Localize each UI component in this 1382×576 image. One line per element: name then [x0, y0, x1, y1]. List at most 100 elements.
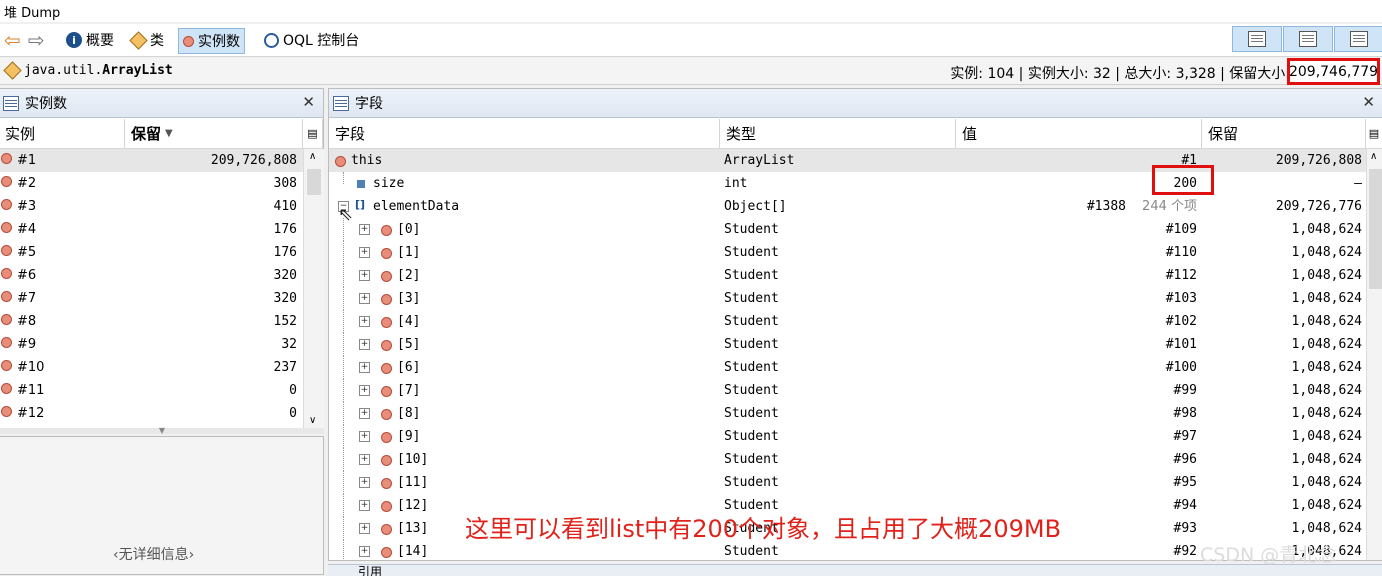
tree-connector: [343, 448, 344, 471]
back-button[interactable]: ⇦: [0, 28, 25, 52]
oql-icon: [264, 32, 279, 48]
fields-scroll-thumb[interactable]: [1369, 169, 1382, 289]
col-field[interactable]: 字段: [329, 119, 720, 149]
instance-row[interactable]: #3 410: [0, 195, 303, 218]
instance-row[interactable]: #1 209,726,808: [0, 149, 303, 172]
col-retained[interactable]: 保留: [1202, 119, 1366, 149]
expand-icon[interactable]: +: [359, 385, 370, 396]
instance-row[interactable]: #4 176: [0, 218, 303, 241]
tree-connector: [343, 287, 344, 310]
field-name: [4]: [397, 314, 421, 329]
classes-tab[interactable]: 类: [126, 28, 168, 52]
instance-row[interactable]: #7 320: [0, 287, 303, 310]
field-row[interactable]: + [5] Student #101 1,048,624: [329, 333, 1366, 356]
scroll-down-icon[interactable]: ∨: [309, 415, 316, 426]
summary-tab[interactable]: i 概要: [62, 28, 118, 52]
toolbar: ⇦ ⇨ i 概要 类 实例数 OQL 控制台: [0, 24, 1382, 57]
field-type: Student: [724, 383, 779, 398]
field-row[interactable]: + [0] Student #109 1,048,624: [329, 218, 1366, 241]
object-icon: [381, 547, 392, 558]
field-row[interactable]: + [3] Student #103 1,048,624: [329, 287, 1366, 310]
fields-tree: this ArrayList #1 209,726,808 size int 200– −[]…: [329, 149, 1366, 559]
close-icon[interactable]: ✕: [302, 93, 315, 111]
field-row[interactable]: + [1] Student #110 1,048,624: [329, 241, 1366, 264]
field-row[interactable]: + [8] Student #98 1,048,624: [329, 402, 1366, 425]
field-row[interactable]: + [11] Student #95 1,048,624: [329, 471, 1366, 494]
expand-icon[interactable]: +: [359, 454, 370, 465]
field-type: Object[]: [724, 199, 787, 214]
expand-icon[interactable]: +: [359, 408, 370, 419]
field-row[interactable]: + [2] Student #112 1,048,624: [329, 264, 1366, 287]
column-chooser-icon[interactable]: ▤: [1366, 119, 1382, 149]
expand-icon[interactable]: +: [359, 546, 370, 557]
instance-id: #4: [1, 218, 121, 241]
fields-scrollbar[interactable]: ∧: [1366, 149, 1382, 560]
tree-connector: [343, 471, 344, 494]
field-row[interactable]: + [10] Student #96 1,048,624: [329, 448, 1366, 471]
field-retained: 1,048,624: [1291, 498, 1362, 513]
object-icon: [381, 409, 392, 420]
col-type[interactable]: 类型: [720, 119, 956, 149]
expand-icon[interactable]: +: [359, 270, 370, 281]
tree-connector: [343, 310, 344, 333]
field-name: [2]: [397, 268, 421, 283]
expand-icon[interactable]: +: [359, 500, 370, 511]
expand-icon[interactable]: +: [359, 316, 370, 327]
field-row[interactable]: + [9] Student #97 1,048,624: [329, 425, 1366, 448]
instance-icon: [1, 268, 12, 279]
view-references-button[interactable]: [1334, 26, 1382, 52]
instance-row[interactable]: #2 308: [0, 172, 303, 195]
expand-icon[interactable]: +: [359, 362, 370, 373]
close-icon[interactable]: ✕: [1362, 93, 1375, 111]
retained-size-value: 209,746,779: [1288, 63, 1379, 80]
field-row[interactable]: + [4] Student #102 1,048,624: [329, 310, 1366, 333]
field-value: #103: [1165, 291, 1197, 306]
instance-row[interactable]: #12 0: [0, 402, 303, 425]
field-name: elementData: [373, 199, 460, 214]
instance-row[interactable]: #8 152: [0, 310, 303, 333]
scroll-up-icon[interactable]: ∧: [1370, 151, 1377, 162]
field-row[interactable]: + [6] Student #100 1,048,624: [329, 356, 1366, 379]
expand-icon[interactable]: +: [359, 247, 370, 258]
instance-retained: 0: [289, 406, 297, 421]
col-value[interactable]: 值: [956, 119, 1202, 149]
window-title: 堆 Dump: [4, 6, 61, 21]
expand-icon[interactable]: +: [359, 293, 370, 304]
oql-console-tab[interactable]: OQL 控制台: [260, 28, 363, 52]
instance-row[interactable]: #9 32: [0, 333, 303, 356]
instances-scroll-thumb[interactable]: [307, 169, 321, 195]
instances-tab[interactable]: 实例数: [178, 28, 245, 54]
col-instance[interactable]: 实例: [0, 119, 125, 149]
splitter-handle[interactable]: ▼: [0, 427, 324, 435]
column-chooser-icon[interactable]: ▤: [303, 119, 323, 149]
instance-retained: 237: [273, 360, 297, 375]
expand-icon[interactable]: +: [359, 339, 370, 350]
instance-icon: [1, 406, 12, 417]
col-retained[interactable]: 保留 ▼: [125, 119, 303, 149]
instance-icon: [1, 153, 12, 164]
tree-connector: [343, 172, 344, 184]
instances-scrollbar[interactable]: ∧ ∨: [303, 149, 324, 432]
tree-connector: [343, 402, 344, 425]
instance-row[interactable]: #5 176: [0, 241, 303, 264]
expand-icon[interactable]: +: [359, 431, 370, 442]
field-row[interactable]: −[] elementData Object[] #1388 244 个项 209,726…: [329, 195, 1366, 218]
view-fields-button[interactable]: [1283, 26, 1333, 52]
instance-row[interactable]: #10 237: [0, 356, 303, 379]
forward-button[interactable]: ⇨: [24, 28, 49, 52]
instance-row[interactable]: #11 0: [0, 379, 303, 402]
field-name: [1]: [397, 245, 421, 260]
instance-id-text: #1: [17, 153, 37, 168]
field-row[interactable]: + [7] Student #99 1,048,624: [329, 379, 1366, 402]
field-value: #95: [1173, 475, 1197, 490]
view-instances-button[interactable]: [1232, 26, 1282, 52]
tree-connector: [343, 264, 344, 287]
expand-icon[interactable]: +: [359, 477, 370, 488]
no-detail-text: ‹无详细信息›: [113, 547, 195, 563]
expand-icon[interactable]: +: [359, 224, 370, 235]
scroll-up-icon[interactable]: ∧: [309, 151, 316, 162]
field-retained: 1,048,624: [1291, 383, 1362, 398]
expand-icon[interactable]: +: [359, 523, 370, 534]
field-value: #101: [1165, 337, 1197, 352]
instance-row[interactable]: #6 320: [0, 264, 303, 287]
